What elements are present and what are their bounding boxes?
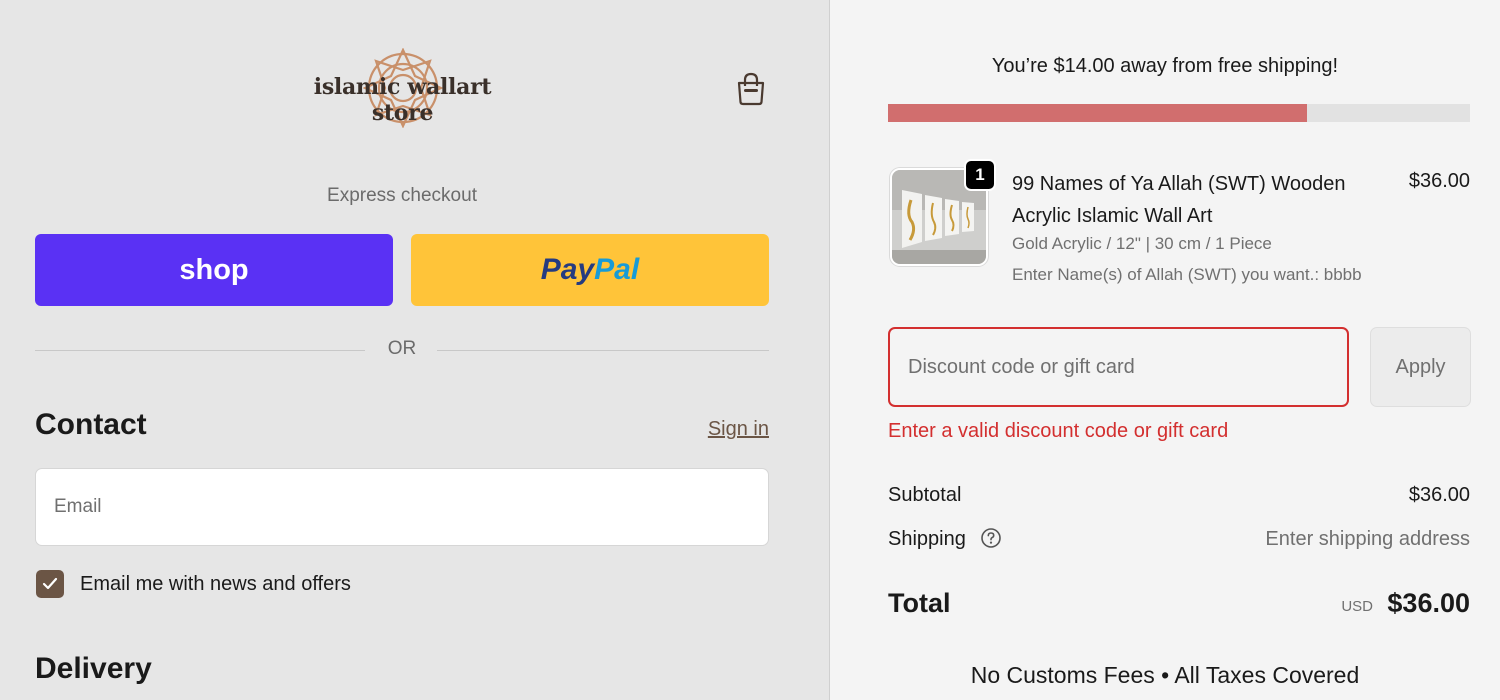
- free-shipping-progress-bar: [888, 104, 1470, 122]
- shipping-label: Shipping: [888, 528, 966, 550]
- subtotal-label: Subtotal: [888, 484, 962, 506]
- checkout-form-panel: islamic wallart store Express checkout s…: [0, 0, 829, 700]
- shop-pay-logo: shop: [179, 253, 249, 286]
- product-title: 99 Names of Ya Allah (SWT) Wooden Acryli…: [1012, 173, 1346, 227]
- quantity-badge: 1: [964, 159, 996, 191]
- subtotal-value: $36.00: [1408, 484, 1470, 506]
- order-summary-panel: You’re $14.00 away from free shipping! 1…: [830, 0, 1500, 700]
- shipping-value: Enter shipping address: [1265, 528, 1470, 550]
- newsletter-checkbox[interactable]: [36, 570, 64, 598]
- shop-pay-button[interactable]: shop: [35, 234, 393, 306]
- shopping-bag-icon[interactable]: [735, 72, 767, 106]
- paypal-logo-pal: Pal: [594, 253, 640, 286]
- discount-error-message: Enter a valid discount code or gift card: [888, 420, 1229, 442]
- total-currency: USD: [1341, 598, 1373, 615]
- store-name: islamic wallart store: [313, 74, 492, 126]
- paypal-logo-pay: Pay: [540, 253, 595, 286]
- product-variant: Gold Acrylic / 12" | 30 cm / 1 Piece: [1012, 234, 1272, 253]
- customs-fees-note: No Customs Fees • All Taxes Covered: [970, 662, 1360, 688]
- discount-code-input[interactable]: [888, 327, 1349, 407]
- email-field[interactable]: [35, 468, 769, 546]
- paypal-button[interactable]: Pay Pal: [411, 234, 769, 306]
- progress-fill: [888, 104, 1308, 122]
- newsletter-label[interactable]: Email me with news and offers: [80, 573, 351, 596]
- total-value: $36.00: [1387, 588, 1470, 618]
- contact-heading: Contact: [35, 408, 147, 441]
- free-shipping-message: You’re $14.00 away from free shipping!: [991, 55, 1339, 77]
- store-logo[interactable]: islamic wallart store: [285, 48, 520, 128]
- sign-in-link[interactable]: Sign in: [708, 418, 769, 441]
- question-mark-icon[interactable]: [980, 527, 1002, 549]
- delivery-heading: Delivery: [35, 652, 152, 685]
- or-separator: OR: [35, 338, 769, 362]
- product-custom-field: Enter Name(s) of Allah (SWT) you want.: …: [1012, 265, 1362, 284]
- total-label: Total: [888, 588, 951, 618]
- express-checkout-label: Express checkout: [327, 185, 477, 206]
- apply-discount-button[interactable]: Apply: [1370, 327, 1471, 407]
- checkmark-icon: [42, 577, 58, 590]
- separator-line: [437, 350, 769, 351]
- or-label: OR: [387, 338, 417, 359]
- product-price: $36.00: [1408, 170, 1470, 192]
